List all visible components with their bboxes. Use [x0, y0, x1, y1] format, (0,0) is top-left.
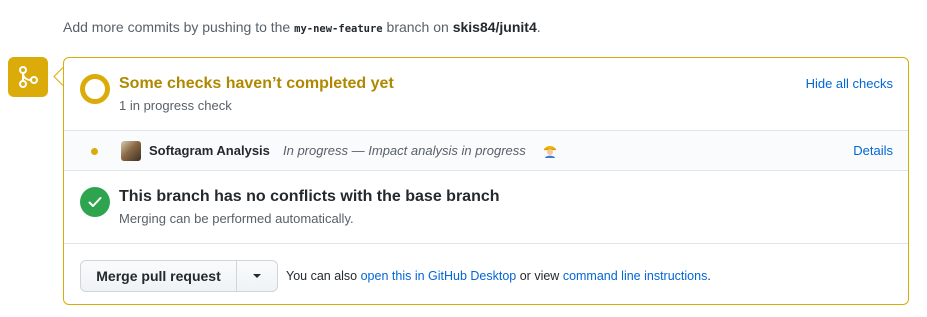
check-success-icon: [80, 187, 110, 217]
merge-method-dropdown-button[interactable]: [237, 260, 278, 292]
repo-name: skis84/junit4: [452, 19, 537, 35]
check-app-name: Softagram Analysis: [149, 143, 270, 158]
push-hint-suffix: .: [536, 19, 541, 35]
merge-box: Some checks haven’t completed yet 1 in p…: [63, 57, 909, 305]
push-hint: Add more commits by pushing to the my-ne…: [63, 19, 541, 35]
checks-subtitle: 1 in progress check: [119, 98, 232, 113]
conflict-status: This branch has no conflicts with the ba…: [64, 171, 908, 243]
in-progress-dot-icon: [91, 148, 98, 155]
conflict-subtitle: Merging can be performed automatically.: [119, 211, 354, 226]
conflict-title: This branch has no conflicts with the ba…: [119, 188, 500, 205]
construction-worker-icon: [544, 146, 556, 158]
merge-button-group: Merge pull request: [80, 260, 278, 292]
pending-status-icon: [80, 74, 110, 104]
caret-down-icon: [253, 274, 261, 278]
merge-actions: Merge pull request You can also open thi…: [64, 243, 908, 305]
git-merge-icon: [8, 57, 48, 97]
checks-summary: Some checks haven’t completed yet 1 in p…: [64, 58, 908, 130]
checks-title: Some checks haven’t completed yet: [119, 75, 394, 92]
check-details-link[interactable]: Details: [853, 143, 893, 158]
merge-hint-prefix: You can also: [286, 269, 358, 283]
softagram-app-avatar: [121, 141, 141, 161]
push-hint-middle: branch on: [386, 19, 449, 35]
merge-pull-request-button[interactable]: Merge pull request: [80, 260, 237, 292]
hide-all-checks-link[interactable]: Hide all checks: [806, 76, 893, 91]
branch-name: my-new-feature: [294, 23, 383, 35]
check-run-status: In progress — Impact analysis in progres…: [283, 143, 526, 158]
open-github-desktop-link[interactable]: open this in GitHub Desktop: [361, 269, 517, 283]
push-hint-prefix: Add more commits by pushing to the: [63, 19, 291, 35]
merge-alternatives-hint: You can also open this in GitHub Desktop…: [286, 269, 711, 283]
merge-hint-middle: or view: [519, 269, 560, 283]
merge-hint-suffix: .: [707, 269, 711, 283]
check-run-row: Softagram Analysis In progress — Impact …: [64, 130, 908, 171]
command-line-instructions-link[interactable]: command line instructions: [563, 269, 708, 283]
